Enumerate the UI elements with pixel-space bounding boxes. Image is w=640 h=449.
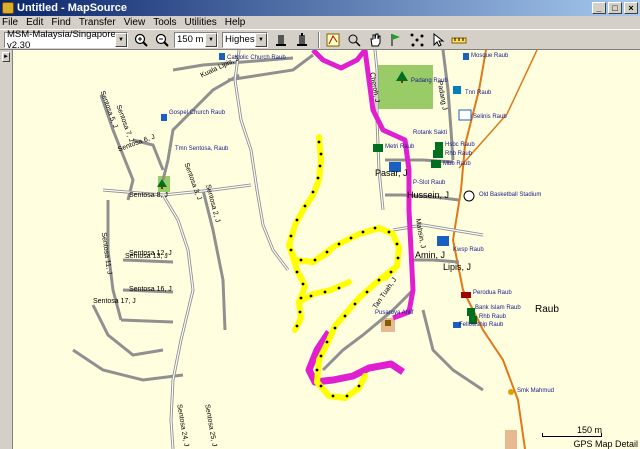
road-amin: Amin, J — [415, 250, 446, 260]
bottom-area — [505, 430, 517, 449]
road-sentosa-17: Sentosa 17, J — [93, 298, 136, 305]
poi-metri: Metri Raub — [385, 144, 415, 150]
poi-selinis: Selinis Raub — [473, 114, 507, 120]
road-sentosa-8: Sentosa 8, J — [129, 192, 168, 199]
map-product-select[interactable]: MSM-Malaysia/Singapore v2.30 ▼ — [4, 28, 128, 51]
zoom-level-value: 150 m — [177, 34, 204, 45]
poi-mosque: Mosque Raub — [471, 53, 509, 59]
toolbar: MSM-Malaysia/Singapore v2.30 ▼ 150 m ▼ H… — [0, 28, 640, 51]
poi-kwsp: Kwsp Raub — [453, 247, 484, 253]
menu-transfer[interactable]: Transfer — [79, 17, 116, 28]
detail-level-value: Highest — [225, 34, 258, 45]
poi-rhb: Rhb Raub — [445, 151, 473, 157]
scale-bar — [542, 433, 602, 437]
poi-pusaroya: Pusaroya Ahlif — [375, 310, 414, 316]
menu-tools[interactable]: Tools — [153, 17, 176, 28]
zoom-in-icon[interactable] — [132, 31, 150, 49]
window-title: Untitled - MapSource — [17, 2, 128, 14]
measure-distance-icon[interactable] — [450, 31, 468, 49]
map-frame: ► Catholic Church Raub Mosque Raub Padan… — [0, 50, 640, 449]
hand-pan-icon[interactable] — [366, 31, 384, 49]
poi-old-stadium: Old Basketball Stadium — [479, 192, 542, 198]
poi-fellowship: Fellowship Raub — [459, 322, 504, 328]
poi-gospel-church: Gospel Church Raub — [169, 110, 226, 116]
menu-help[interactable]: Help — [225, 17, 246, 28]
mapsource-app-icon — [2, 2, 14, 14]
tree-icon — [157, 179, 167, 189]
poi-hsbc: Hsbc Raub — [445, 142, 475, 148]
close-button[interactable]: × — [624, 2, 638, 14]
road-sentosa-13: Sentosa 13, J — [125, 253, 168, 260]
zoom-tool-icon[interactable] — [345, 31, 363, 49]
menu-edit[interactable]: Edit — [26, 17, 43, 28]
poi-bank-islam: Bank Islam Raub — [475, 305, 521, 311]
road-hussein: Hussein, J — [407, 190, 450, 200]
poi-tmn-sentosa: Tmn Sentosa, Raub — [175, 146, 229, 152]
town-label-raub: Raub — [535, 304, 559, 315]
detail-level-select[interactable]: Highest ▼ — [222, 31, 268, 48]
send-to-device-icon[interactable] — [293, 31, 311, 49]
menu-file[interactable]: File — [2, 17, 18, 28]
minimize-button[interactable]: _ — [592, 2, 606, 14]
poi-smk-mahmud: Smk Mahmud — [517, 388, 555, 394]
map-view[interactable]: Catholic Church Raub Mosque Raub Padang … — [12, 50, 640, 449]
menu-bar: File Edit Find Transfer View Tools Utili… — [0, 16, 640, 29]
poi-rhb2: Rhb Raub — [479, 314, 507, 320]
poi-rotank-sakti: Rotank Sakti — [413, 130, 448, 136]
map-select-icon[interactable] — [324, 31, 342, 49]
map-product-value: MSM-Malaysia/Singapore v2.30 — [7, 28, 116, 51]
expand-panel-icon[interactable]: ► — [2, 52, 10, 62]
map-detail-status: GPS Map Detail — [573, 439, 638, 449]
waypoint-flag-icon[interactable] — [387, 31, 405, 49]
menu-view[interactable]: View — [124, 17, 146, 28]
zoom-level-select[interactable]: 150 m ▼ — [174, 31, 218, 48]
road-sentosa-16: Sentosa 16, J — [129, 286, 172, 293]
track-dots — [289, 140, 400, 398]
selection-arrow-icon[interactable] — [429, 31, 447, 49]
maximize-button[interactable]: □ — [608, 2, 622, 14]
tree-icon — [396, 71, 408, 83]
zoom-out-icon[interactable] — [153, 31, 171, 49]
route-tool-icon[interactable] — [408, 31, 426, 49]
road-lipis: Lipis, J — [443, 262, 472, 272]
road-pasar: Pasar, J — [375, 168, 408, 178]
poi-markers — [161, 53, 514, 395]
poi-mbb: Mbb Raub — [443, 161, 471, 167]
menu-find[interactable]: Find — [51, 17, 70, 28]
toolbar-separator — [318, 31, 320, 48]
left-panel-collapsed: ► — [0, 50, 12, 449]
poi-tnn: Tnn Raub — [465, 90, 492, 96]
title-bar: Untitled - MapSource _ □ × — [0, 0, 640, 16]
chevron-down-icon[interactable]: ▼ — [205, 32, 217, 47]
poi-ps-raub: P-Slot Raub — [413, 180, 446, 186]
menu-utilities[interactable]: Utilities — [185, 17, 217, 28]
chevron-down-icon[interactable]: ▼ — [115, 32, 127, 47]
chevron-down-icon[interactable]: ▼ — [255, 32, 267, 47]
poi-perodua: Perodua Raub — [473, 290, 512, 296]
receive-from-device-icon[interactable] — [272, 31, 290, 49]
